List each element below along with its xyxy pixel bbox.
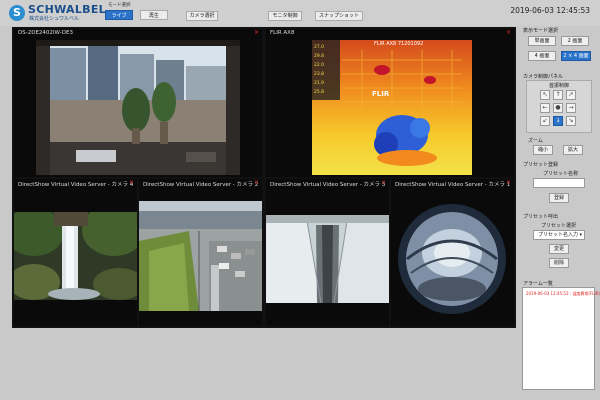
pan-down-right-icon[interactable]: ↘ — [566, 116, 576, 126]
video-frame-office — [36, 40, 240, 175]
display-single-button[interactable]: 単画面 — [528, 36, 556, 46]
display-mode-title: 表示モード選択 — [523, 28, 559, 34]
camera-panel-title: カメラ制御パネル — [523, 74, 564, 80]
tile-label: DirectShow Virtual Video Server - カメラ 4 — [18, 182, 134, 188]
pan-right-icon[interactable]: → — [566, 103, 576, 113]
monitor-control-button[interactable]: モニタ制御 — [268, 11, 302, 21]
zoom-title: ズーム — [528, 138, 543, 144]
preset-register-button[interactable]: 登録 — [549, 193, 569, 203]
close-icon[interactable]: × — [506, 29, 511, 36]
thermal-readout: 23.8 — [314, 72, 325, 77]
preset-select-dropdown[interactable]: プリセット名入力 ▾ — [533, 230, 585, 240]
pan-down-left-icon[interactable]: ↙ — [540, 116, 550, 126]
close-icon[interactable]: × — [129, 179, 134, 186]
preset-name-label: プリセット名称 — [543, 171, 579, 177]
alarm-list[interactable]: 2019-06-03 12:45:53 : 温度異常(FLIR) — [522, 287, 600, 390]
preset-call-title: プリセット呼出 — [523, 214, 559, 220]
thermal-header-text: FLIR AX8 71201092 — [374, 41, 424, 47]
preset-name-input[interactable] — [533, 178, 585, 188]
thermal-readout: 21.9 — [314, 81, 325, 86]
video-grid: DS-2DE2402IW-DE3 × FLIR AX8 × FLIR AX8 7… — [12, 27, 516, 328]
thermal-readout: 22.0 — [314, 63, 325, 68]
thermal-readout: 27.0 — [314, 45, 325, 50]
preset-delete-button[interactable]: 削除 — [549, 258, 569, 268]
tile-label: FLIR AX8 — [270, 30, 295, 36]
tile-label: DirectShow Virtual Video Server - カメラ 1 — [395, 182, 511, 188]
mode-playback-button[interactable]: 再生 — [140, 10, 168, 20]
pan-up-icon[interactable]: ↑ — [553, 90, 563, 100]
zoom-out-button[interactable]: 縮小 — [533, 145, 553, 155]
alarm-list-title: アラーム一覧 — [523, 281, 553, 287]
video-frame-plaza — [139, 201, 262, 311]
pan-down-icon[interactable]: ↓ — [553, 116, 563, 126]
pan-up-left-icon[interactable]: ↖ — [540, 90, 550, 100]
close-icon[interactable]: × — [254, 29, 259, 36]
video-frame-thermal: FLIR AX8 71201092 FLIR 27.0 29.8 22.0 23… — [312, 40, 472, 175]
thermal-readout: 29.8 — [314, 54, 325, 59]
video-frame-fisheye — [397, 203, 508, 315]
close-icon[interactable]: × — [254, 179, 259, 186]
video-tile-camera-3[interactable]: DirectShow Virtual Video Server - カメラ 3 … — [266, 179, 389, 326]
preset-register-title: プリセット登録 — [523, 162, 559, 168]
thermal-brand-watermark: FLIR — [372, 90, 390, 98]
preset-select-value: プリセット名入力 — [538, 232, 579, 238]
header-bar: S SCHWALBEL 株式会社シュワルベル モード選択 ライブ 再生 カメラ選… — [0, 0, 600, 26]
preset-change-button[interactable]: 変更 — [549, 244, 569, 254]
video-frame-waterfall — [14, 212, 137, 300]
video-frame-escalator — [266, 215, 389, 303]
display-quad-button[interactable]: 4 画面 — [528, 51, 556, 61]
brand-logo-icon: S — [9, 5, 25, 21]
pan-left-icon[interactable]: ← — [540, 103, 550, 113]
thermal-readouts: 27.0 29.8 22.0 23.8 21.9 25.8 — [314, 43, 324, 97]
display-six-button[interactable]: 2 × 4 画面 — [561, 51, 591, 61]
video-tile-camera-2[interactable]: DirectShow Virtual Video Server - カメラ 2 … — [139, 179, 262, 326]
brand-subtitle: 株式会社シュワルベル — [29, 16, 80, 22]
zoom-in-button[interactable]: 拡大 — [563, 145, 583, 155]
display-dual-button[interactable]: 2 画面 — [561, 36, 589, 46]
tile-label: DirectShow Virtual Video Server - カメラ 2 — [143, 182, 259, 188]
mode-live-button[interactable]: ライブ — [105, 10, 133, 20]
direction-title: 首振制御 — [548, 83, 569, 89]
chevron-down-icon: ▾ — [579, 232, 582, 238]
tile-label: DS-2DE2402IW-DE3 — [18, 30, 73, 36]
video-tile-camera-1[interactable]: DirectShow Virtual Video Server - カメラ 1 … — [391, 179, 514, 326]
preset-select-label: プリセット選択 — [541, 223, 577, 229]
close-icon[interactable]: × — [381, 179, 386, 186]
camera-select-button[interactable]: カメラ選択 — [186, 11, 218, 21]
thermal-readout: 25.8 — [314, 90, 325, 95]
tile-label: DirectShow Virtual Video Server - カメラ 3 — [270, 182, 386, 188]
alarm-entry[interactable]: 2019-06-03 12:45:53 : 温度異常(FLIR) — [526, 291, 600, 297]
pan-home-icon[interactable]: ● — [553, 103, 563, 113]
video-tile-ptz-camera[interactable]: DS-2DE2402IW-DE3 × — [14, 29, 262, 177]
datetime-display: 2019-06-03 12:45:53 — [510, 6, 590, 15]
mode-select-label: モード選択 — [108, 3, 131, 8]
close-icon[interactable]: × — [506, 179, 511, 186]
pan-up-right-icon[interactable]: ↗ — [566, 90, 576, 100]
video-tile-thermal-camera[interactable]: FLIR AX8 × FLIR AX8 71201092 FLIR 27.0 2… — [266, 29, 514, 177]
video-tile-camera-4[interactable]: DirectShow Virtual Video Server - カメラ 4 … — [14, 179, 137, 326]
snapshot-button[interactable]: スナップショット — [315, 11, 363, 21]
